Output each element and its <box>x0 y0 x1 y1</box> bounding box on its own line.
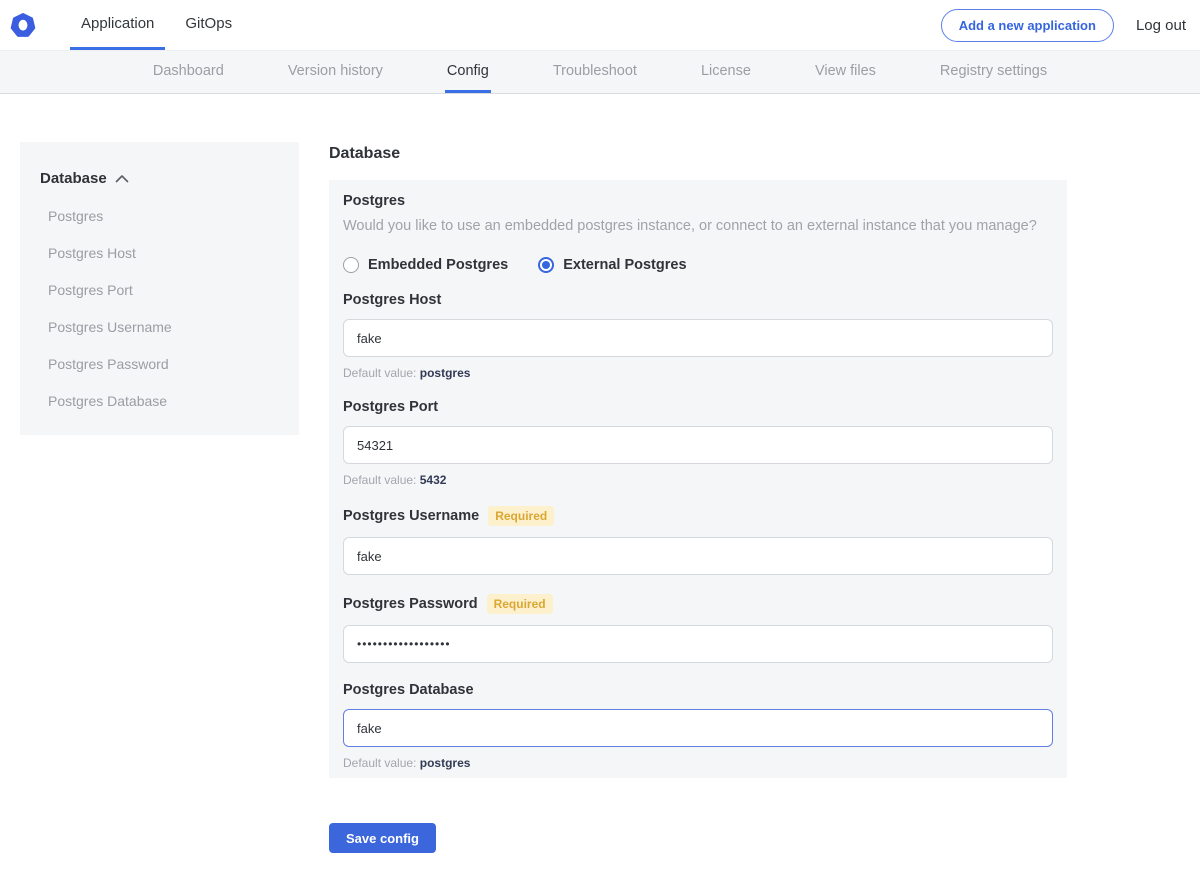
postgres-port-input[interactable] <box>343 426 1053 464</box>
postgres-host-input[interactable] <box>343 319 1053 357</box>
radio-external-postgres-label: External Postgres <box>563 257 686 273</box>
sidebar-group-database[interactable]: Database <box>40 170 279 187</box>
field-label-text: Postgres Password <box>343 596 478 612</box>
postgres-port-default-hint: Default value: 5432 <box>343 473 1053 487</box>
tab-dashboard[interactable]: Dashboard <box>151 51 226 93</box>
field-label-text: Postgres Username <box>343 508 479 524</box>
tab-application-label: Application <box>81 15 154 32</box>
required-badge: Required <box>488 506 554 526</box>
tab-application[interactable]: Application <box>70 0 165 50</box>
sidebar-group-label: Database <box>40 170 107 187</box>
radio-embedded-postgres-circle[interactable] <box>343 257 359 273</box>
default-label: Default value: <box>343 473 416 487</box>
postgres-database-default-hint: Default value: postgres <box>343 756 1053 770</box>
save-config-button[interactable]: Save config <box>329 823 436 853</box>
postgres-password-input[interactable] <box>343 625 1053 663</box>
radio-external-postgres-circle[interactable] <box>538 257 554 273</box>
default-value: postgres <box>420 366 471 380</box>
sidebar-item-postgres-database[interactable]: Postgres Database <box>48 393 279 409</box>
tab-gitops-label: GitOps <box>185 15 232 32</box>
field-postgres-username: Postgres Username Required <box>343 506 1053 575</box>
default-label: Default value: <box>343 366 416 380</box>
tab-config[interactable]: Config <box>445 51 491 93</box>
field-postgres-password: Postgres Password Required <box>343 594 1053 663</box>
database-config-card: Postgres Would you like to use an embedd… <box>329 180 1067 778</box>
postgres-database-input[interactable] <box>343 709 1053 747</box>
tab-registry-settings[interactable]: Registry settings <box>938 51 1049 93</box>
tab-version-history[interactable]: Version history <box>286 51 385 93</box>
field-postgres-password-label: Postgres Password Required <box>343 594 1053 614</box>
field-postgres-label: Postgres <box>343 193 1053 209</box>
sidebar-item-postgres-username[interactable]: Postgres Username <box>48 319 279 335</box>
field-postgres-database-label: Postgres Database <box>343 682 1053 698</box>
tab-troubleshoot[interactable]: Troubleshoot <box>551 51 639 93</box>
app-logo-icon <box>10 12 36 39</box>
top-bar: Application GitOps Add a new application… <box>0 0 1200 50</box>
radio-embedded-postgres[interactable]: Embedded Postgres <box>343 257 508 273</box>
page-title: Database <box>329 145 1067 163</box>
field-postgres-database: Postgres Database Default value: postgre… <box>343 682 1053 770</box>
radio-external-postgres[interactable]: External Postgres <box>538 257 686 273</box>
config-main: Database Postgres Would you like to use … <box>329 142 1067 853</box>
required-badge: Required <box>487 594 553 614</box>
config-page: Database Postgres Postgres Host Postgres… <box>0 94 1200 853</box>
radio-embedded-postgres-label: Embedded Postgres <box>368 257 508 273</box>
tab-view-files[interactable]: View files <box>813 51 878 93</box>
field-postgres-port-label: Postgres Port <box>343 399 1053 415</box>
postgres-host-default-hint: Default value: postgres <box>343 366 1053 380</box>
default-value: 5432 <box>420 473 447 487</box>
add-application-button[interactable]: Add a new application <box>941 9 1114 42</box>
sidebar-item-postgres-port[interactable]: Postgres Port <box>48 282 279 298</box>
topbar-right: Add a new application Log out <box>941 0 1186 50</box>
sidebar-item-postgres-host[interactable]: Postgres Host <box>48 245 279 261</box>
field-postgres-port: Postgres Port Default value: 5432 <box>343 399 1053 487</box>
postgres-radio-group: Embedded Postgres External Postgres <box>343 257 1053 273</box>
tab-license[interactable]: License <box>699 51 753 93</box>
sidebar-item-postgres-password[interactable]: Postgres Password <box>48 356 279 372</box>
default-label: Default value: <box>343 756 416 770</box>
top-tabs: Application GitOps <box>70 0 252 50</box>
tab-gitops[interactable]: GitOps <box>174 0 243 50</box>
logout-link[interactable]: Log out <box>1136 17 1186 34</box>
field-postgres-host-label: Postgres Host <box>343 292 1053 308</box>
sidebar-item-postgres[interactable]: Postgres <box>48 208 279 224</box>
default-value: postgres <box>420 756 471 770</box>
config-sidebar: Database Postgres Postgres Host Postgres… <box>20 142 299 435</box>
field-postgres-help: Would you like to use an embedded postgr… <box>343 218 1053 234</box>
field-postgres-host: Postgres Host Default value: postgres <box>343 292 1053 380</box>
app-subnav: Dashboard Version history Config Trouble… <box>0 50 1200 94</box>
postgres-username-input[interactable] <box>343 537 1053 575</box>
field-postgres: Postgres Would you like to use an embedd… <box>343 193 1053 273</box>
field-postgres-username-label: Postgres Username Required <box>343 506 1053 526</box>
app-logo[interactable] <box>10 0 36 50</box>
chevron-up-icon <box>115 174 129 183</box>
sidebar-item-list: Postgres Postgres Host Postgres Port Pos… <box>40 208 279 409</box>
